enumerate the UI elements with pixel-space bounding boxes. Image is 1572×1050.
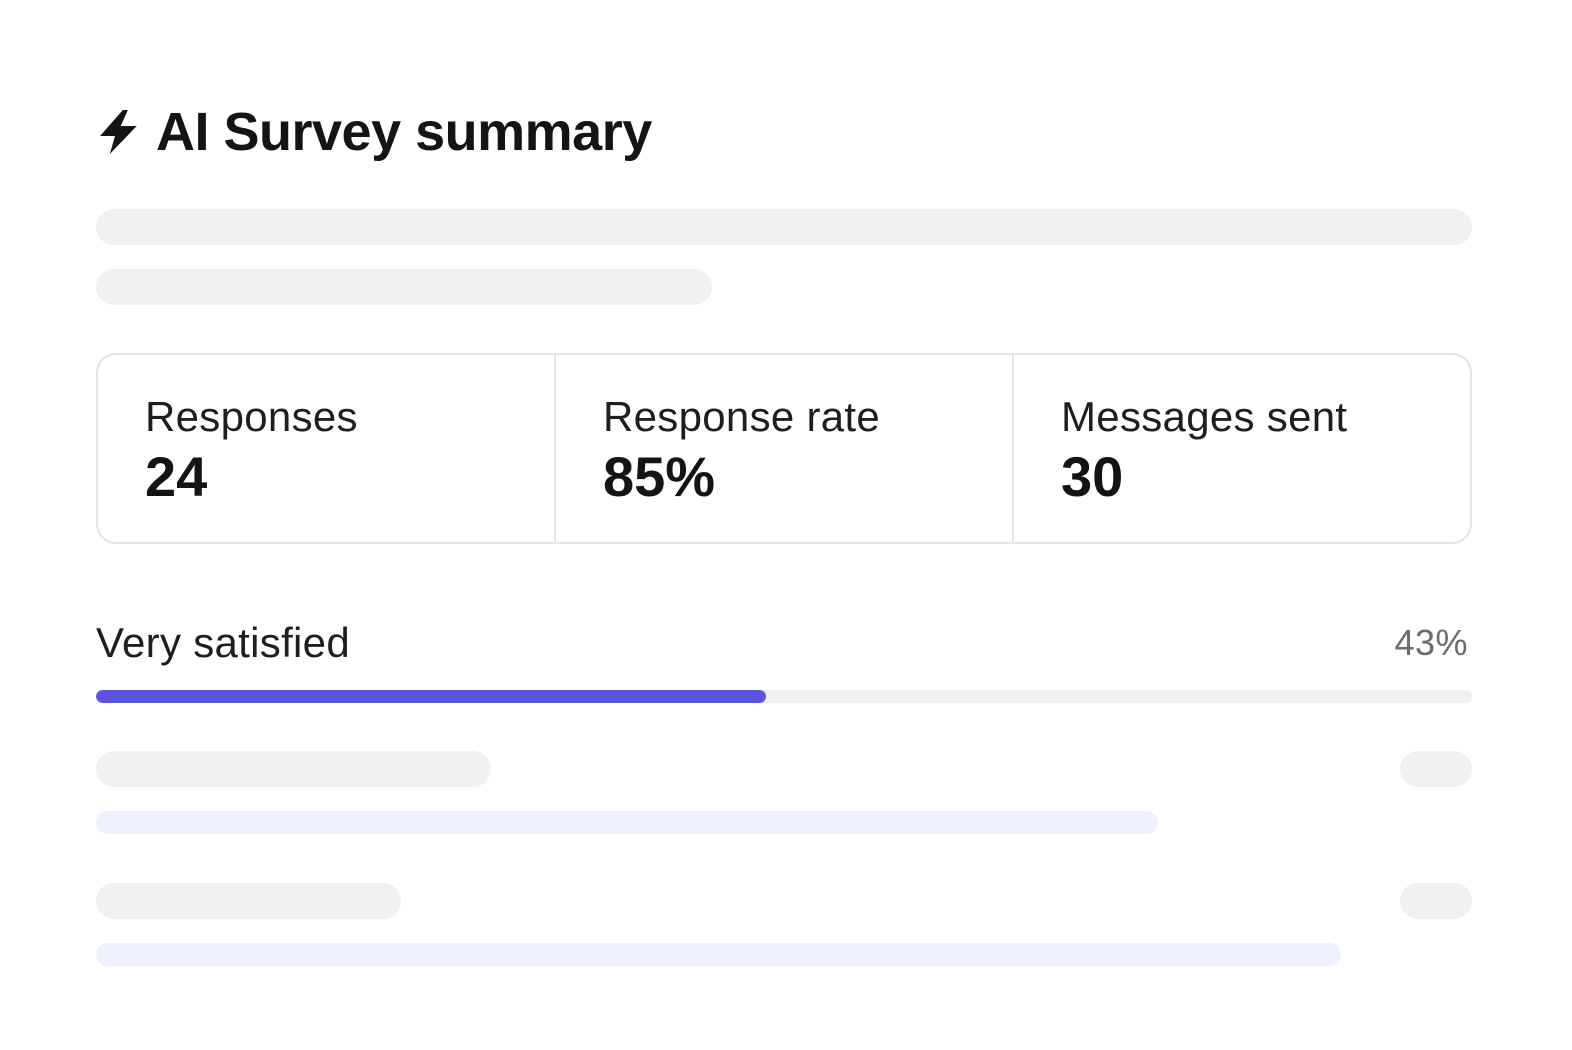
lightning-bolt-icon	[98, 108, 142, 156]
stat-label: Response rate	[603, 393, 881, 440]
stat-label: Messages sent	[1061, 393, 1348, 440]
stat-responses: Responses 24	[98, 355, 556, 542]
result-progress-fill	[96, 690, 767, 703]
summary-skeleton-line	[96, 209, 1472, 245]
result-label: Very satisfied	[96, 619, 350, 666]
result-skeleton-label	[96, 883, 401, 919]
stat-messages-sent: Messages sent 30	[1014, 355, 1470, 542]
stats-panel: Responses 24 Response rate 85% Messages …	[96, 353, 1472, 544]
header: AI Survey summary	[96, 96, 652, 168]
ai-survey-summary-card: AI Survey summary Responses 24 Response …	[96, 0, 1472, 1050]
result-skeleton-percent	[1400, 883, 1472, 919]
stat-label: Responses	[145, 393, 358, 440]
page-title: AI Survey summary	[156, 102, 652, 162]
result-skeleton-bar	[96, 943, 1341, 966]
stat-value: 85%	[603, 445, 716, 508]
result-skeleton-bar	[96, 811, 1158, 834]
result-progress-bar	[96, 690, 1472, 703]
stat-value: 24	[145, 445, 208, 508]
result-skeleton-label	[96, 751, 491, 787]
stat-value: 30	[1061, 445, 1124, 508]
result-percent: 43%	[1394, 622, 1468, 663]
result-skeleton-percent	[1400, 751, 1472, 787]
stat-response-rate: Response rate 85%	[556, 355, 1014, 542]
summary-skeleton-line	[96, 269, 712, 305]
